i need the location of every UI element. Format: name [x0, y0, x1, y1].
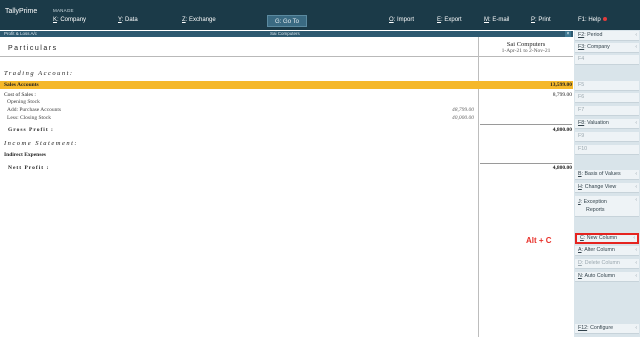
chevron-left-icon: ‹ [635, 273, 637, 279]
company-menu[interactable]: K: Company [53, 17, 86, 23]
indirect-expenses-label[interactable]: Indirect Expenses [4, 152, 46, 158]
exchange-menu[interactable]: Z: Exchange [182, 17, 216, 23]
export-menu[interactable]: E: Export [437, 17, 462, 23]
exception-reports-button[interactable]: J: Exception Reports ‹ [575, 196, 639, 217]
print-menu[interactable]: P: Print [531, 17, 551, 23]
chevron-left-icon: ‹ [635, 184, 637, 190]
auto-column-button[interactable]: N: Auto Column ‹ [575, 272, 639, 282]
chevron-left-icon: ‹ [635, 247, 637, 253]
gross-profit-amount: 4,800.00 [552, 127, 572, 133]
purchase-accounts-amount: 48,799.00 [452, 107, 474, 113]
chevron-left-icon: ‹ [635, 260, 637, 266]
goto-button[interactable]: G: Go To [267, 15, 307, 27]
help-indicator-icon [602, 17, 607, 22]
sales-accounts-label[interactable]: Sales Accounts [4, 82, 39, 88]
column-period: 1-Apr-21 to 2-Nov-21 [501, 48, 551, 54]
cost-of-sales-label[interactable]: Cost of Sales : [4, 92, 36, 98]
data-menu[interactable]: Y: Data [118, 17, 138, 23]
opening-stock-label[interactable]: Opening Stock [7, 99, 40, 105]
gross-profit-label: Gross Profit : [8, 127, 54, 133]
closing-stock-label[interactable]: Less: Closing Stock [7, 115, 51, 121]
trading-account-heading: Trading Account: [4, 70, 74, 77]
chevron-left-icon: ‹ [633, 235, 635, 241]
subtotal-rule [480, 124, 572, 125]
f5-button[interactable]: F5 [575, 81, 639, 91]
nett-profit-label: Nett Profit : [8, 165, 50, 171]
top-menu-bar: TallyPrime MANAGE K: Company Y: Data Z: … [0, 0, 640, 30]
period-button[interactable]: F2: Period ‹ [575, 31, 639, 41]
f6-button[interactable]: F6 [575, 93, 639, 103]
cost-of-sales-amount: 8,799.00 [552, 92, 572, 98]
chevron-left-icon: ‹ [635, 44, 637, 50]
manage-label: MANAGE [53, 8, 74, 13]
company-button[interactable]: F3: Company ‹ [575, 43, 639, 53]
f4-button[interactable]: F4 [575, 55, 639, 65]
f9-button[interactable]: F9 [575, 132, 639, 142]
chevron-left-icon: ‹ [635, 325, 637, 331]
chevron-left-icon: ‹ [635, 171, 637, 177]
column-company-title: Sai Computers [506, 41, 546, 48]
delete-column-button[interactable]: D: Delete Column ‹ [575, 259, 639, 269]
alter-column-button[interactable]: A: Alter Column ‹ [575, 246, 639, 256]
shortcut-annotation: Alt + C [526, 236, 552, 245]
new-column-button[interactable]: C: New Column ‹ [575, 233, 639, 244]
nett-profit-amount: 4,800.00 [552, 165, 572, 171]
purchase-accounts-label[interactable]: Add: Purchase Accounts [7, 107, 61, 113]
particulars-header: Particulars [8, 45, 58, 52]
valuation-button[interactable]: F8: Valuation ‹ [575, 119, 639, 129]
import-menu[interactable]: O: Import [389, 17, 414, 23]
help-menu[interactable]: F1: Help [578, 17, 607, 23]
total-rule [480, 163, 572, 164]
configure-button[interactable]: F12: Configure ‹ [575, 324, 639, 334]
email-menu[interactable]: M: E-mail [484, 17, 509, 23]
closing-stock-amount: 40,000.00 [452, 115, 474, 121]
button-bar: F2: Period ‹ F3: Company ‹ F4 F5 F6 F7 F8:… [574, 30, 640, 337]
f10-button[interactable]: F10 [575, 145, 639, 155]
chevron-left-icon: ‹ [635, 32, 637, 38]
basis-of-values-button[interactable]: B: Basis of Values ‹ [575, 170, 639, 180]
chevron-left-icon: ‹ [635, 120, 637, 126]
sales-accounts-amount: 13,599.00 [550, 82, 572, 88]
change-view-button[interactable]: H: Change View ‹ [575, 183, 639, 193]
income-statement-heading: Income Statement: [4, 140, 79, 147]
f7-button[interactable]: F7 [575, 106, 639, 116]
chevron-left-icon: ‹ [635, 197, 637, 203]
app-logo: TallyPrime [5, 8, 38, 15]
